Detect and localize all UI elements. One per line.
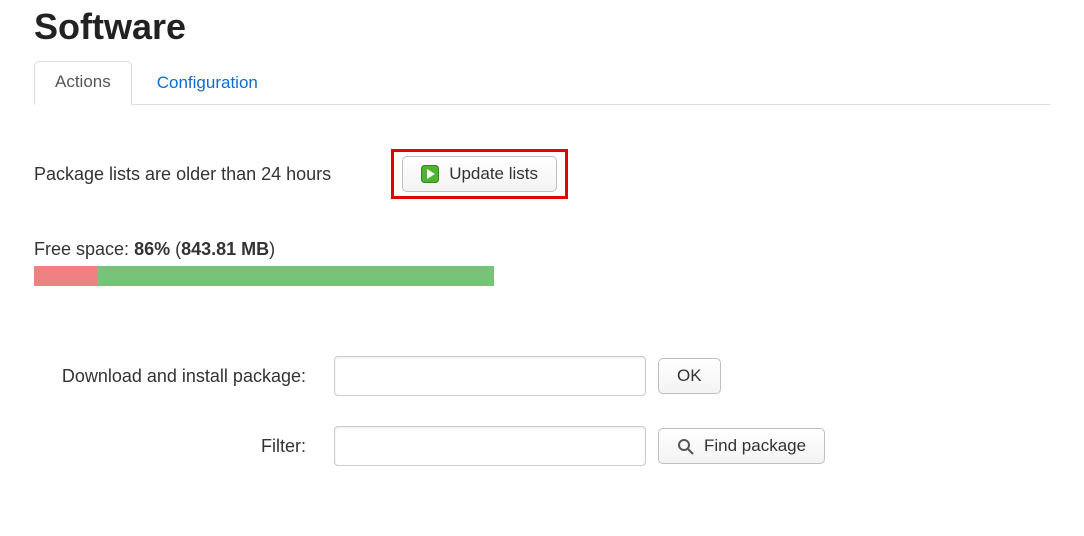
find-package-button[interactable]: Find package	[658, 428, 825, 464]
free-space-bar	[34, 266, 494, 286]
update-lists-button[interactable]: Update lists	[402, 156, 557, 192]
tab-actions[interactable]: Actions	[34, 61, 132, 105]
free-space-size: 843.81 MB	[181, 239, 269, 259]
free-space-text: Free space: 86% (843.81 MB)	[34, 239, 1050, 260]
play-icon	[421, 165, 439, 183]
free-space-label: Free space:	[34, 239, 129, 259]
filter-label: Filter:	[34, 436, 334, 457]
download-install-input[interactable]	[334, 356, 646, 396]
find-package-label: Find package	[704, 436, 806, 456]
free-space-bar-used	[34, 266, 98, 286]
update-lists-label: Update lists	[449, 164, 538, 184]
tab-configuration[interactable]: Configuration	[136, 62, 279, 105]
free-space-bar-free	[98, 266, 494, 286]
package-lists-age-status: Package lists are older than 24 hours	[34, 164, 331, 185]
tabs: Actions Configuration	[34, 60, 1050, 105]
ok-label: OK	[677, 366, 702, 386]
free-space-percent: 86%	[134, 239, 170, 259]
update-button-highlight: Update lists	[391, 149, 568, 199]
filter-input[interactable]	[334, 426, 646, 466]
ok-button[interactable]: OK	[658, 358, 721, 394]
download-install-label: Download and install package:	[34, 366, 334, 387]
page-title: Software	[34, 6, 1050, 48]
search-icon	[677, 438, 694, 455]
